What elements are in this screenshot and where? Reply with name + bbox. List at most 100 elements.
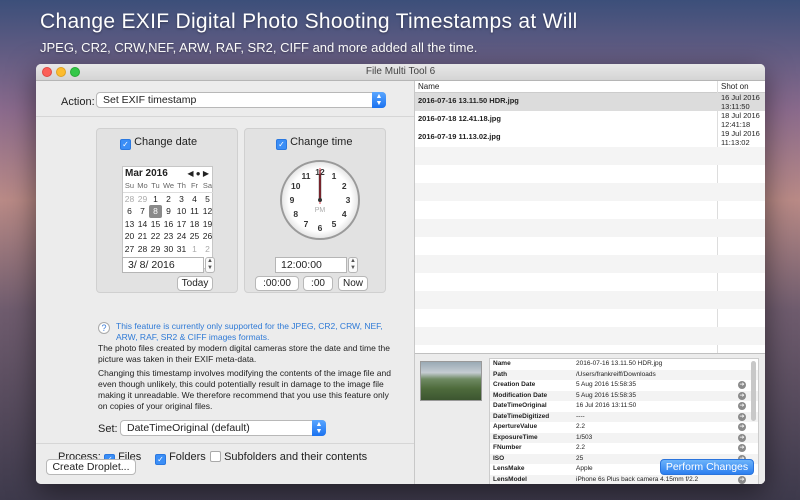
calendar-day[interactable]: 17 xyxy=(175,218,188,231)
time-field[interactable]: 12:00:00 xyxy=(275,257,347,273)
clock-number: 2 xyxy=(342,181,347,191)
column-header-name[interactable]: Name xyxy=(418,81,439,93)
zoom-button[interactable] xyxy=(70,67,80,77)
column-header-shot-on[interactable]: Shot on xyxy=(721,81,749,93)
calendar-day[interactable]: 15 xyxy=(149,218,162,231)
calendar-day[interactable]: 25 xyxy=(188,230,201,243)
today-button[interactable]: Today xyxy=(177,276,213,291)
help-icon[interactable]: ? xyxy=(98,322,110,334)
calendar-day[interactable]: 18 xyxy=(188,218,201,231)
current-month-dot-icon[interactable]: ● xyxy=(196,169,201,178)
calendar-day[interactable]: 29 xyxy=(136,193,149,206)
calendar-day[interactable]: 29 xyxy=(149,243,162,256)
calendar-day[interactable]: 3 xyxy=(175,193,188,206)
calendar-day[interactable]: 14 xyxy=(136,218,149,231)
arrow-right-icon[interactable]: ➔ xyxy=(738,381,746,389)
calendar-day[interactable]: 8 xyxy=(149,205,162,218)
arrow-right-icon[interactable]: ➔ xyxy=(738,391,746,400)
next-month-icon[interactable]: ▶ xyxy=(203,169,209,178)
calendar-day[interactable]: 31 xyxy=(175,243,188,256)
calendar-day[interactable]: 24 xyxy=(175,230,188,243)
weekday-header: Mo xyxy=(136,180,149,193)
arrow-right-icon[interactable]: ➔ xyxy=(738,433,746,442)
analog-clock[interactable]: 121234567891011 PM xyxy=(280,160,360,240)
empty-row xyxy=(415,255,765,273)
calendar-day[interactable]: 23 xyxy=(162,230,175,243)
create-droplet-button[interactable]: Create Droplet... xyxy=(46,459,136,475)
process-folders-checkbox[interactable]: ✓ Folders xyxy=(155,451,206,465)
process-subfolders-checkbox[interactable]: Subfolders and their contents xyxy=(210,451,367,463)
clock-number: 3 xyxy=(346,195,351,205)
date-field[interactable]: 3/ 8/ 2016 xyxy=(122,257,204,273)
calendar-day[interactable]: 2 xyxy=(201,243,214,256)
empty-row xyxy=(415,183,765,201)
calendar-day[interactable]: 6 xyxy=(123,205,136,218)
window-title: File Multi Tool 6 xyxy=(365,66,436,77)
calendar-day[interactable]: 30 xyxy=(162,243,175,256)
perform-changes-button[interactable]: Perform Changes xyxy=(660,459,754,475)
date-stepper[interactable]: ▲ ▼ xyxy=(205,257,215,273)
subline: JPEG, CR2, CRW,NEF, ARW, RAF, SR2, CIFF … xyxy=(40,40,478,55)
change-date-checkbox[interactable]: ✓ Change date xyxy=(120,136,197,150)
calendar-day[interactable]: 7 xyxy=(136,205,149,218)
calendar-day[interactable]: 11 xyxy=(188,205,201,218)
now-button[interactable]: Now xyxy=(338,276,368,291)
file-row[interactable]: 2016-07-18 12.41.18.jpg 18 Jul 2016 12:41:… xyxy=(415,111,765,129)
metadata-scrollbar[interactable] xyxy=(751,361,756,421)
reset-minutes-button[interactable]: :00 xyxy=(303,276,333,291)
calendar-day[interactable]: 20 xyxy=(123,230,136,243)
set-select[interactable]: DateTimeOriginal (default) ▲ ▼ xyxy=(120,420,326,436)
calendar-day[interactable]: 28 xyxy=(136,243,149,256)
metadata-value: /Users/frankreiff/Downloads xyxy=(576,370,656,378)
change-date-label: Change date xyxy=(134,136,198,148)
shot-time: 13:11:50 xyxy=(721,101,750,111)
calendar-day[interactable]: 27 xyxy=(123,243,136,256)
checkbox-checked-icon: ✓ xyxy=(120,139,131,150)
calendar-day[interactable]: 26 xyxy=(201,230,214,243)
calendar-day[interactable]: 19 xyxy=(201,218,214,231)
metadata-key: ApertureValue xyxy=(493,423,538,430)
calendar-day[interactable]: 1 xyxy=(188,243,201,256)
calendar-day[interactable]: 5 xyxy=(201,193,214,206)
clock-pm-label: PM xyxy=(315,207,326,214)
arrow-right-icon[interactable]: ➔ xyxy=(738,423,746,431)
minimize-button[interactable] xyxy=(56,67,66,77)
calendar-day[interactable]: 21 xyxy=(136,230,149,243)
calendar-day[interactable]: 1 xyxy=(149,193,162,206)
calendar-day[interactable]: 12 xyxy=(201,205,214,218)
calendar-day[interactable]: 10 xyxy=(175,205,188,218)
calendar-day[interactable]: 13 xyxy=(123,218,136,231)
metadata-row: FNumber 2.2 ➔ xyxy=(490,443,758,454)
action-select[interactable]: Set EXIF timestamp ▲ ▼ xyxy=(96,92,386,108)
metadata-row: DateTimeDigitized ---- ➔ xyxy=(490,411,758,422)
calendar-day[interactable]: 2 xyxy=(162,193,175,206)
arrow-right-icon[interactable]: ➔ xyxy=(738,475,746,484)
weekday-header: Fr xyxy=(188,180,201,193)
calendar-day[interactable]: 4 xyxy=(188,193,201,206)
set-select-value: DateTimeOriginal (default) xyxy=(127,422,250,434)
metadata-row: DateTimeOriginal 16 Jul 2016 13:11:50 ➔ xyxy=(490,401,758,412)
file-name: 2016-07-18 12.41.18.jpg xyxy=(418,114,501,123)
calendar-day[interactable]: 16 xyxy=(162,218,175,231)
file-table-header: Name Shot on xyxy=(415,81,765,93)
metadata-key: DateTimeOriginal xyxy=(493,402,547,409)
calendar-grid: Su Mo Tu We Th Fr Sa 28 29 1 2 3 4 5 6 7 8 9 10 11 12 13 14 15 1… xyxy=(123,180,214,268)
file-row[interactable]: 2016-07-19 11.13.02.jpg 19 Jul 2016 11:13:… xyxy=(415,129,765,147)
file-row[interactable]: 2016-07-16 13.11.50 HDR.jpg 16 Jul 2016 13… xyxy=(415,93,765,111)
close-button[interactable] xyxy=(42,67,52,77)
time-stepper[interactable]: ▲ ▼ xyxy=(348,257,358,273)
arrow-right-icon[interactable]: ➔ xyxy=(738,412,746,421)
file-name: 2016-07-16 13.11.50 HDR.jpg xyxy=(418,96,519,105)
calendar-day[interactable]: 9 xyxy=(162,205,175,218)
calendar-day[interactable]: 22 xyxy=(149,230,162,243)
reset-seconds-button[interactable]: :00:00 xyxy=(255,276,299,291)
app-window: File Multi Tool 6 Action: Set EXIF times… xyxy=(36,64,765,484)
select-arrows-icon: ▲ ▼ xyxy=(312,420,326,436)
arrow-right-icon[interactable]: ➔ xyxy=(738,402,746,410)
prev-month-icon[interactable]: ◀ xyxy=(187,169,193,178)
arrow-right-icon[interactable]: ➔ xyxy=(738,444,746,452)
calendar-day[interactable]: 28 xyxy=(123,193,136,206)
change-time-checkbox[interactable]: ✓ Change time xyxy=(276,136,352,150)
metadata-row: Path/Users/frankreiff/Downloads xyxy=(490,369,758,380)
calendar[interactable]: Mar 2016 ◀ ● ▶ Su Mo Tu We Th Fr Sa 28 29 1 2 3 4 5 6 7… xyxy=(122,166,214,269)
